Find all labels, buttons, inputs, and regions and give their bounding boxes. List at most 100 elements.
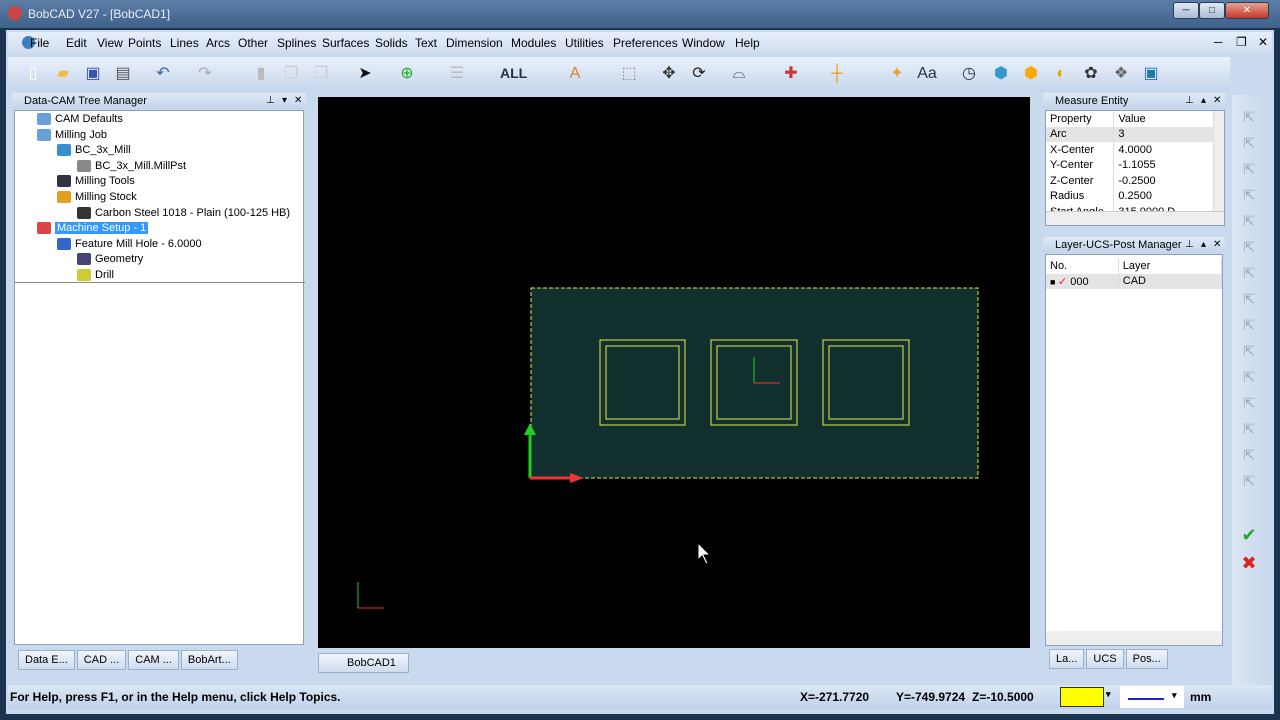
solid-shape-icon[interactable]: ❖ [1110, 64, 1132, 84]
tree-node[interactable]: BC_3x_Mill [57, 144, 131, 157]
tree-node[interactable]: BC_3x_Mill.MillPst [77, 159, 186, 172]
right-tool-11-icon[interactable]: ⇱ [1238, 395, 1260, 415]
undo-icon[interactable]: ↶ [152, 64, 174, 84]
close-icon[interactable]: ✕ [294, 93, 302, 109]
table-row[interactable]: Arc 3 [1046, 126, 1214, 142]
axis-icon[interactable]: ✦ [886, 64, 908, 84]
open-folder-icon[interactable]: ▰ [52, 64, 74, 84]
right-tool-12-icon[interactable]: ⇱ [1238, 421, 1260, 441]
right-tool-10-icon[interactable]: ⇱ [1238, 369, 1260, 389]
right-tool-14-icon[interactable]: ⇱ [1238, 473, 1260, 493]
layer-filter-icon[interactable]: ☰ [446, 64, 468, 84]
menu-other[interactable]: Other [238, 36, 268, 50]
table-row[interactable]: Y-Center -1.1055 [1046, 157, 1214, 173]
collapse-icon[interactable]: ▴ [1201, 93, 1206, 109]
paste-icon[interactable]: ❐ [310, 64, 332, 84]
pin-icon[interactable]: ⊥ [1185, 93, 1194, 109]
table-row[interactable]: Radius 0.2500 [1046, 188, 1214, 204]
add-remove-icon[interactable]: ⊕ [396, 64, 418, 84]
menu-arcs[interactable]: Arcs [206, 36, 230, 50]
mdi-minimize-button[interactable]: ─ [1214, 35, 1223, 49]
layer-row[interactable]: ■ ✓ 000 CAD [1046, 273, 1223, 289]
right-tool-0-icon[interactable]: ⇱ [1238, 109, 1260, 129]
collapse-icon[interactable]: ▴ [1201, 237, 1206, 253]
tree-tab[interactable]: BobArt... [180, 650, 238, 670]
menu-solids[interactable]: Solids [375, 36, 408, 50]
tab-bobcad1[interactable]: BobCAD1 [318, 653, 409, 673]
pin-icon[interactable]: ⊥ [1185, 237, 1194, 253]
new-file-icon[interactable]: ▯ [22, 64, 44, 84]
copy-icon[interactable]: ❐ [280, 64, 302, 84]
cancel-icon[interactable]: ✖ [1238, 553, 1260, 573]
tree-node[interactable]: Drill [77, 269, 114, 281]
menu-dimension[interactable]: Dimension [446, 36, 503, 50]
table-row[interactable]: X-Center 4.0000 [1046, 142, 1214, 158]
menu-points[interactable]: Points [128, 36, 161, 50]
menu-lines[interactable]: Lines [170, 36, 199, 50]
check-icon[interactable]: ✔ [1238, 525, 1260, 545]
print-icon[interactable]: ▤ [112, 64, 134, 84]
dropdown-icon[interactable]: ▾ [282, 93, 287, 109]
redo-icon[interactable]: ↷ [194, 64, 216, 84]
right-tool-7-icon[interactable]: ⇱ [1238, 291, 1260, 311]
zoom-search-icon[interactable]: ⬚ [618, 64, 640, 84]
menu-edit[interactable]: Edit [66, 36, 87, 50]
right-tool-4-icon[interactable]: ⇱ [1238, 213, 1260, 233]
menu-help[interactable]: Help [735, 36, 760, 50]
menu-modules[interactable]: Modules [511, 36, 556, 50]
tree-tab[interactable]: CAD ... [76, 650, 127, 670]
maximize-button[interactable]: □ [1199, 2, 1225, 19]
delete-icon[interactable]: ▮ [250, 64, 272, 84]
solid-cylinder-icon[interactable]: ✿ [1080, 64, 1102, 84]
menu-view[interactable]: View [97, 36, 123, 50]
line-style-dropdown[interactable]: ▾ [1120, 686, 1184, 708]
tree-tab[interactable]: Data E... [18, 650, 75, 670]
right-tool-2-icon[interactable]: ⇱ [1238, 161, 1260, 181]
save-icon[interactable]: ▣ [82, 64, 104, 84]
close-icon[interactable]: ✕ [1213, 93, 1221, 109]
shade-icon[interactable]: Aa [916, 64, 938, 84]
horizontal-scrollbar[interactable] [1046, 631, 1222, 645]
menu-window[interactable]: Window [682, 36, 725, 50]
active-check-icon[interactable]: ✓ [1058, 276, 1070, 288]
visible-checkbox[interactable]: ■ [1050, 277, 1058, 287]
view-orient-icon[interactable]: ✚ [780, 64, 802, 84]
tree-node[interactable]: Carbon Steel 1018 - Plain (100-125 HB) [77, 206, 290, 219]
select-arrow-icon[interactable]: ➤ [354, 64, 376, 84]
right-tool-3-icon[interactable]: ⇱ [1238, 187, 1260, 207]
filter-all-icon[interactable]: A [564, 64, 586, 84]
cad-viewport[interactable] [318, 97, 1030, 648]
menu-preferences[interactable]: Preferences [613, 36, 678, 50]
horizontal-scrollbar[interactable] [1046, 211, 1224, 225]
vertical-scrollbar[interactable] [1214, 111, 1224, 211]
snap-icon[interactable]: ┼ [826, 64, 848, 84]
close-button[interactable]: ✕ [1225, 2, 1269, 19]
rotate-icon[interactable]: ⌓ [728, 64, 750, 84]
right-tool-8-icon[interactable]: ⇱ [1238, 317, 1260, 337]
table-row[interactable]: Z-Center -0.2500 [1046, 173, 1214, 189]
mdi-close-button[interactable]: ✕ [1258, 35, 1268, 49]
tree-node[interactable]: Milling Tools [57, 175, 135, 188]
layer-tab[interactable]: La... [1049, 649, 1085, 669]
tree-node[interactable]: CAM Defaults [37, 113, 123, 125]
close-icon[interactable]: ✕ [1213, 237, 1221, 253]
menu-surfaces[interactable]: Surfaces [322, 36, 369, 50]
layer-tab[interactable]: Pos... [1125, 649, 1168, 669]
menu-utilities[interactable]: Utilities [565, 36, 604, 50]
tree-node[interactable]: Feature Mill Hole - 6.0000 [57, 237, 202, 250]
mdi-restore-button[interactable]: ❐ [1236, 35, 1247, 49]
tree-node[interactable]: Machine Setup - 1 [37, 222, 149, 235]
menu-file[interactable]: File [30, 36, 49, 50]
pin-icon[interactable]: ⊥ [266, 93, 275, 109]
minimize-button[interactable]: ─ [1173, 2, 1199, 19]
color-dropdown-icon[interactable]: ▾ [1106, 689, 1111, 700]
right-tool-5-icon[interactable]: ⇱ [1238, 239, 1260, 259]
tree-tab[interactable]: CAM ... [128, 650, 179, 670]
solid-box-2-icon[interactable]: ◐ [1050, 64, 1072, 84]
right-tool-9-icon[interactable]: ⇱ [1238, 343, 1260, 363]
right-tool-13-icon[interactable]: ⇱ [1238, 447, 1260, 467]
zoom-window-icon[interactable]: ✥ [658, 64, 680, 84]
right-tool-6-icon[interactable]: ⇱ [1238, 265, 1260, 285]
menu-splines[interactable]: Splines [277, 36, 316, 50]
filter-all-dropdown[interactable]: ALL [500, 65, 527, 81]
